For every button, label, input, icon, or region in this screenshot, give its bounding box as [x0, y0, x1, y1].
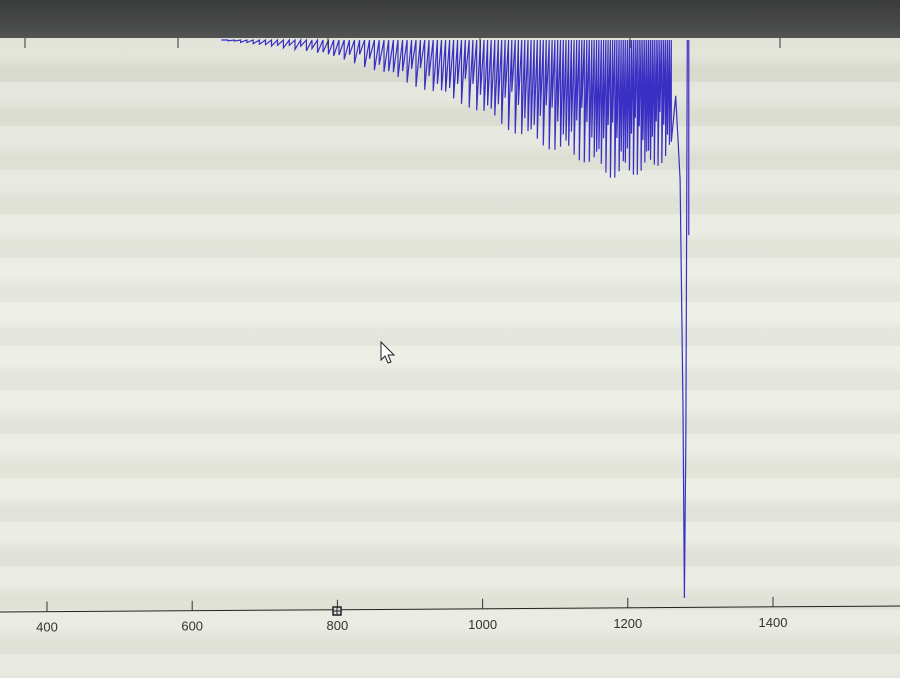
- x-tick-label: 1200: [613, 616, 642, 631]
- chart-marks: [221, 38, 690, 599]
- plot-area: 400 600 800 1000 1200 1400: [0, 38, 900, 678]
- axis-marker-icon[interactable]: [332, 606, 342, 616]
- mouse-cursor-icon: [380, 340, 396, 364]
- signal-chart: 400 600 800 1000 1200 1400: [0, 38, 900, 635]
- x-tick-label: 600: [181, 619, 203, 634]
- x-tick-label: 1000: [468, 617, 497, 632]
- series-line: [221, 38, 688, 599]
- x-tick-label: 800: [327, 618, 349, 633]
- x-axis-line: [0, 605, 900, 613]
- x-tick-label: 1400: [759, 615, 788, 630]
- x-tick-label: 400: [36, 620, 58, 635]
